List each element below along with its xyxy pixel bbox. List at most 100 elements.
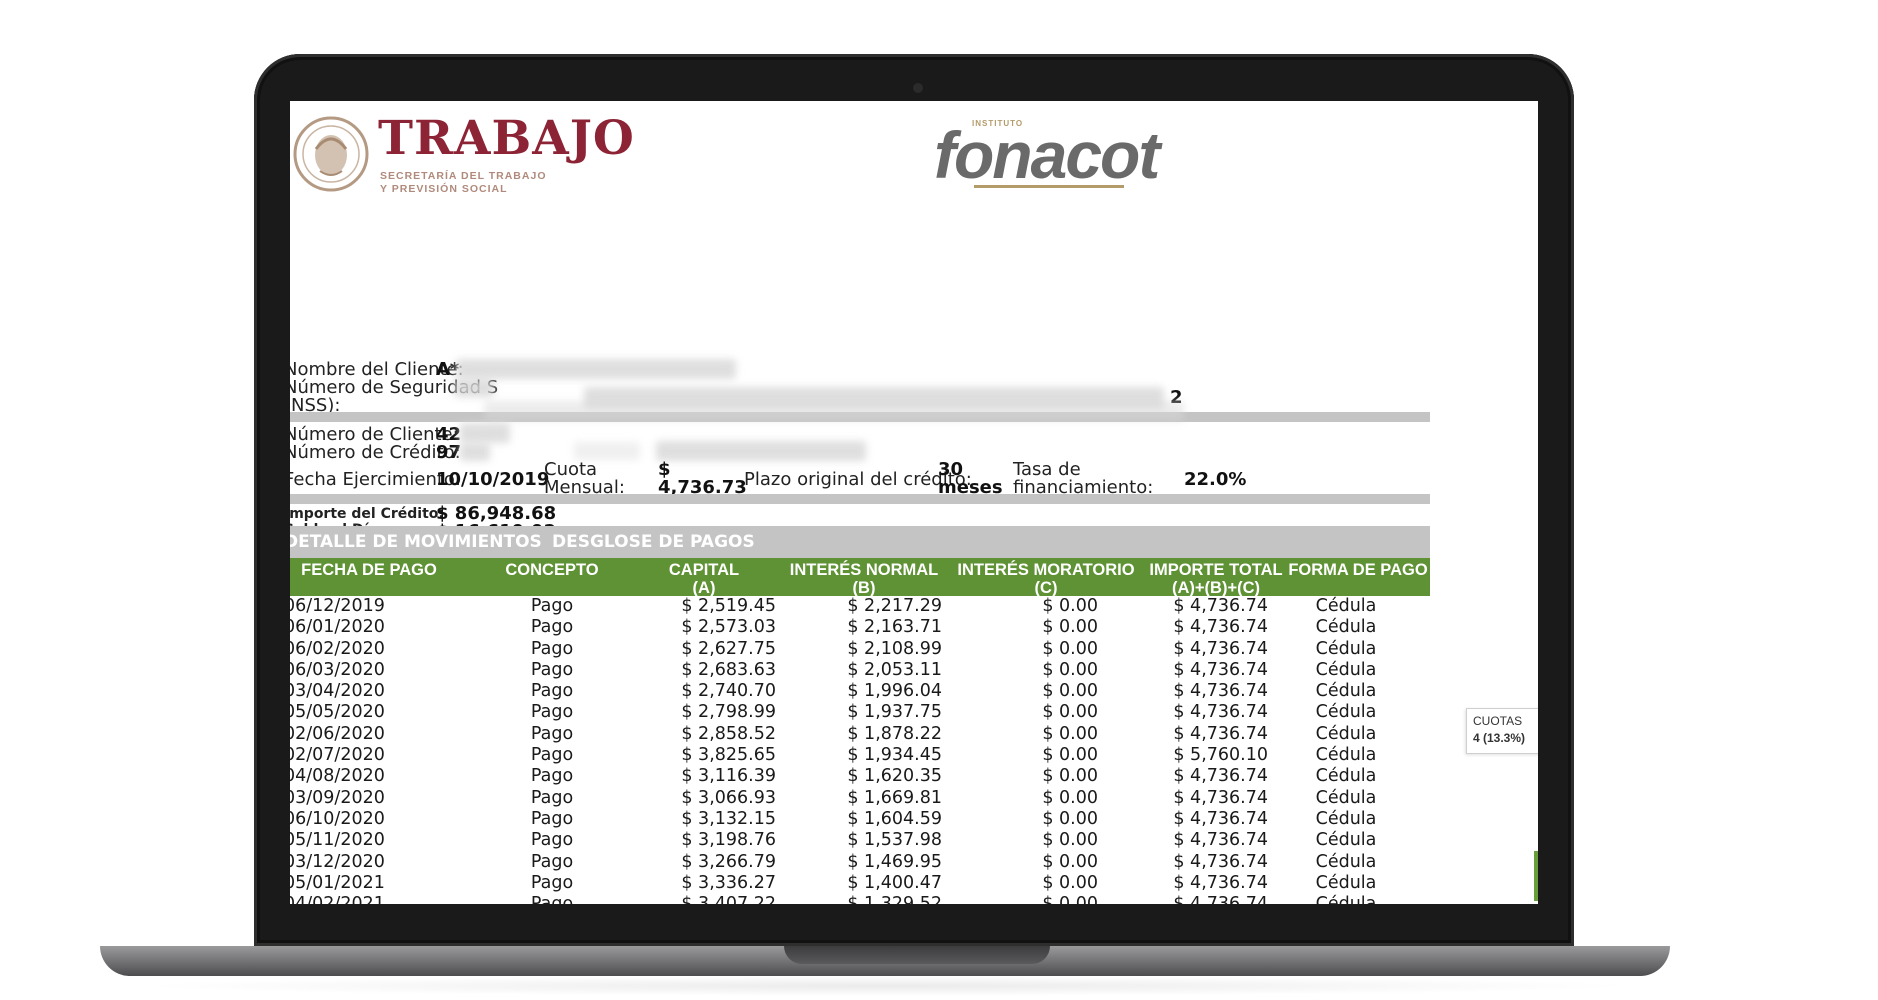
- col-header-importe-total: IMPORTE TOTAL (A)+(B)+(C): [1146, 561, 1286, 597]
- cell-capital: $ 2,683.63: [681, 659, 776, 680]
- cell-interes-moratorio: $ 0.00: [1042, 638, 1098, 659]
- cell-concepto: Pago: [530, 596, 574, 616]
- table-row: 06/01/2020 Pago $ 2,573.03 $ 2,163.71 $ 0.00…: [290, 617, 1430, 638]
- tab-desglose-pagos[interactable]: DESGLOSE DE PAGOS: [552, 532, 755, 552]
- cell-forma-pago: Cédula: [1315, 808, 1377, 829]
- cell-concepto: Pago: [530, 808, 574, 829]
- table-row: 04/02/2021 Pago$ 3,407.22 $ 1,329.52 $ 0.00…: [290, 894, 1430, 904]
- cell-interes-normal: $ 1,669.81: [847, 787, 942, 808]
- cell-concepto: Pago: [474, 894, 630, 904]
- cell-capital: $ 2,798.99: [681, 702, 776, 723]
- table-row: 06/12/2019 Pago $ 2,519.45 $ 2,217.29 $ 0.00…: [290, 596, 1430, 617]
- cell-concepto: Pago: [530, 766, 574, 787]
- cell-forma-pago: Cédula: [1315, 596, 1377, 616]
- cell-interes-moratorio: $ 0.00: [1042, 681, 1098, 702]
- cell-forma-pago: Cédula: [1315, 617, 1377, 638]
- mexico-coat-of-arms-seal: [293, 116, 369, 192]
- cell-importe-total: $ 4,736.74: [1173, 830, 1268, 851]
- cell-importe-total: $ 4,736.74: [1173, 638, 1268, 659]
- cell-forma-pago: Cédula: [1315, 638, 1377, 659]
- tasa-value: 22.0%: [1184, 469, 1247, 490]
- cell-concepto: Pago: [530, 638, 574, 659]
- col-header-forma-pago: FORMA DE PAGO: [1288, 561, 1428, 579]
- cell-interes-normal: $ 1,620.35: [847, 766, 942, 787]
- cell-fecha: 05/05/2020: [290, 702, 385, 723]
- cell-interes-moratorio: $ 0.00: [1042, 766, 1098, 787]
- col-header-fecha: FECHA DE PAGO: [290, 561, 454, 579]
- fecha-ejercimiento-value: 10/10/2019: [436, 469, 550, 490]
- trabajo-logo-title: TRABAJO: [378, 111, 635, 166]
- col-header-concepto: CONCEPTO: [474, 561, 630, 579]
- cell-capital: $ 2,740.70: [681, 681, 776, 702]
- cell-importe-total: $ 4,736.74: [1173, 851, 1268, 872]
- redacted-numero-credito: [460, 443, 490, 461]
- cell-capital: $ 3,198.76: [681, 830, 776, 851]
- trabajo-logo-subtitle: SECRETARÍA DEL TRABAJO Y PREVISIÓN SOCIA…: [380, 170, 590, 196]
- col-header-capital-label: CAPITAL: [668, 561, 740, 579]
- cell-interes-normal: $ 1,996.04: [847, 681, 942, 702]
- laptop-shadow: [130, 976, 1640, 996]
- cell-fecha: 06/01/2020: [290, 617, 385, 638]
- cell-importe-total: $ 4,736.74: [1173, 787, 1268, 808]
- tab-detalle-movimientos[interactable]: DETALLE DE MOVIMIENTOS: [290, 532, 542, 552]
- col-header-fecha-label: FECHA DE PAGO: [301, 561, 437, 579]
- table-row: 02/06/2020 Pago $ 2,858.52 $ 1,878.22 $ 0.00…: [290, 724, 1430, 745]
- cell-forma-pago: Cédula: [1284, 894, 1408, 904]
- cell-concepto: Pago: [530, 681, 574, 702]
- cuotas-tooltip[interactable]: CUOTAS 4 (13.3%): [1466, 708, 1538, 754]
- cell-fecha: 02/06/2020: [290, 723, 385, 744]
- numero-credito-value: 97: [436, 442, 462, 463]
- table-row: 02/07/2020 Pago $ 3,825.65 $ 1,934.45 $ 0.00…: [290, 745, 1430, 766]
- cell-capital: $ 3,266.79: [681, 851, 776, 872]
- col-header-moratorio-label: INTERÉS MORATORIO: [957, 561, 1135, 579]
- cell-interes-moratorio: $ 0.00: [954, 894, 1098, 904]
- redacted-nss-start: [454, 379, 494, 397]
- col-header-total-sub: (A)+(B)+(C): [1172, 579, 1260, 597]
- redacted-credito-extra: [574, 442, 640, 460]
- table-row: 04/08/2020 Pago $ 3,116.39 $ 1,620.35 $ 0.00…: [290, 766, 1430, 787]
- cell-importe-total: $ 5,760.10: [1173, 745, 1268, 766]
- cell-concepto: Pago: [530, 872, 574, 893]
- cell-interes-moratorio: $ 0.00: [1042, 830, 1098, 851]
- cell-capital: $ 3,407.22: [624, 894, 776, 904]
- col-header-capital-sub: (A): [692, 579, 716, 597]
- cell-interes-moratorio: $ 0.00: [1042, 702, 1098, 723]
- col-header-concepto-label: CONCEPTO: [505, 561, 599, 579]
- cell-importe-total: $ 4,736.74: [1173, 766, 1268, 787]
- col-header-interes-moratorio: INTERÉS MORATORIO (C): [946, 561, 1146, 597]
- cell-capital: $ 3,336.27: [681, 872, 776, 893]
- cell-capital: $ 3,825.65: [681, 745, 776, 766]
- col-header-interes-normal: INTERÉS NORMAL (B): [784, 561, 944, 597]
- cell-interes-normal: $ 1,878.22: [847, 723, 942, 744]
- cell-forma-pago: Cédula: [1315, 723, 1377, 744]
- cell-interes-moratorio: $ 0.00: [1042, 723, 1098, 744]
- redacted-credito-right: [656, 441, 866, 461]
- cell-importe-total: $ 4,736.74: [1173, 596, 1268, 616]
- cell-interes-moratorio: $ 0.00: [1042, 787, 1098, 808]
- table-row: 03/04/2020 Pago $ 2,740.70 $ 1,996.04 $ 0.00…: [290, 681, 1430, 702]
- cell-concepto: Pago: [530, 745, 574, 766]
- cell-forma-pago: Cédula: [1315, 681, 1377, 702]
- cell-interes-normal: $ 2,163.71: [847, 617, 942, 638]
- cell-interes-normal: $ 2,053.11: [847, 659, 942, 680]
- col-header-total-label: IMPORTE TOTAL: [1149, 561, 1283, 579]
- cell-interes-normal: $ 1,937.75: [847, 702, 942, 723]
- table-row: 06/02/2020 Pago $ 2,627.75 $ 2,108.99 $ 0.00…: [290, 639, 1430, 660]
- cell-interes-normal: $ 1,537.98: [847, 830, 942, 851]
- cell-fecha: 05/11/2020: [290, 830, 385, 851]
- cell-capital: $ 3,066.93: [681, 787, 776, 808]
- cell-forma-pago: Cédula: [1315, 745, 1377, 766]
- cell-interes-moratorio: $ 0.00: [1042, 617, 1098, 638]
- cuotas-value: 4 (13.3%): [1473, 731, 1526, 745]
- cell-interes-moratorio: $ 0.00: [1042, 808, 1098, 829]
- cell-importe-total: $ 4,736.74: [1173, 702, 1268, 723]
- cell-capital: $ 3,132.15: [681, 808, 776, 829]
- cell-concepto: Pago: [530, 830, 574, 851]
- cuotas-label: CUOTAS: [1473, 714, 1523, 728]
- cell-importe-total: $ 4,736.74: [1114, 894, 1268, 904]
- cell-interes-normal: $ 1,604.59: [847, 808, 942, 829]
- cell-importe-total: $ 4,736.74: [1173, 681, 1268, 702]
- trabajo-subtitle-line-2: Y PREVISIÓN SOCIAL: [380, 183, 508, 195]
- col-header-interes-label: INTERÉS NORMAL: [789, 561, 939, 579]
- cell-fecha: 06/02/2020: [290, 638, 385, 659]
